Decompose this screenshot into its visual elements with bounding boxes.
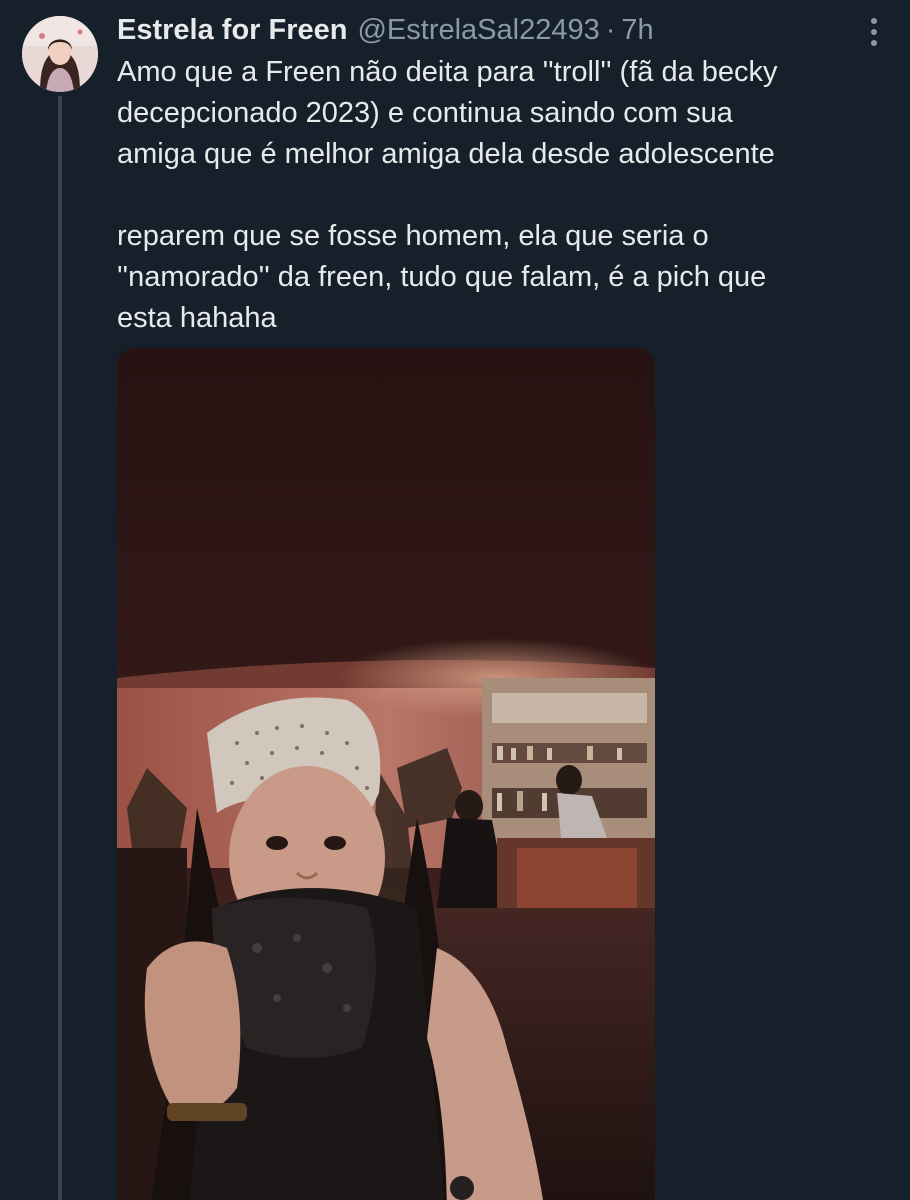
tweet-text-line: reparem que se fosse homem, ela que seri… [117,220,709,252]
tweet-text-line: decepcionado 2023) e continua saindo com… [117,97,733,129]
avatar-image [22,16,98,92]
tweet-text-line: ''namorado'' da freen, tudo que falam, é… [117,261,767,293]
more-options-icon-dot [871,40,877,46]
thread-connector-line [58,96,62,1200]
tweet-text-line: amiga que é melhor amiga dela desde adol… [117,138,775,170]
tweet-view: Estrela for Freen @EstrelaSal22493 · 7h … [0,0,910,1200]
tweet-timestamp[interactable]: 7h [621,14,653,47]
tweet-text: Amo que a Freen não deita para ''troll''… [117,52,857,339]
separator-dot: · [605,13,616,46]
video-frame-image [117,348,655,1200]
author-display-name[interactable]: Estrela for Freen [117,14,347,47]
tweet-header: Estrela for Freen @EstrelaSal22493 · 7h [117,10,850,50]
tweet-text-line: Amo que a Freen não deita para ''troll''… [117,56,778,88]
avatar[interactable] [22,16,98,92]
more-options-icon [871,18,877,24]
tweet-video-media[interactable] [117,348,655,1200]
author-handle[interactable]: @EstrelaSal22493 [357,14,599,47]
tweet-text-line: esta hahaha [117,302,277,334]
more-options-icon-dot [871,29,877,35]
more-options-button[interactable] [858,14,890,50]
